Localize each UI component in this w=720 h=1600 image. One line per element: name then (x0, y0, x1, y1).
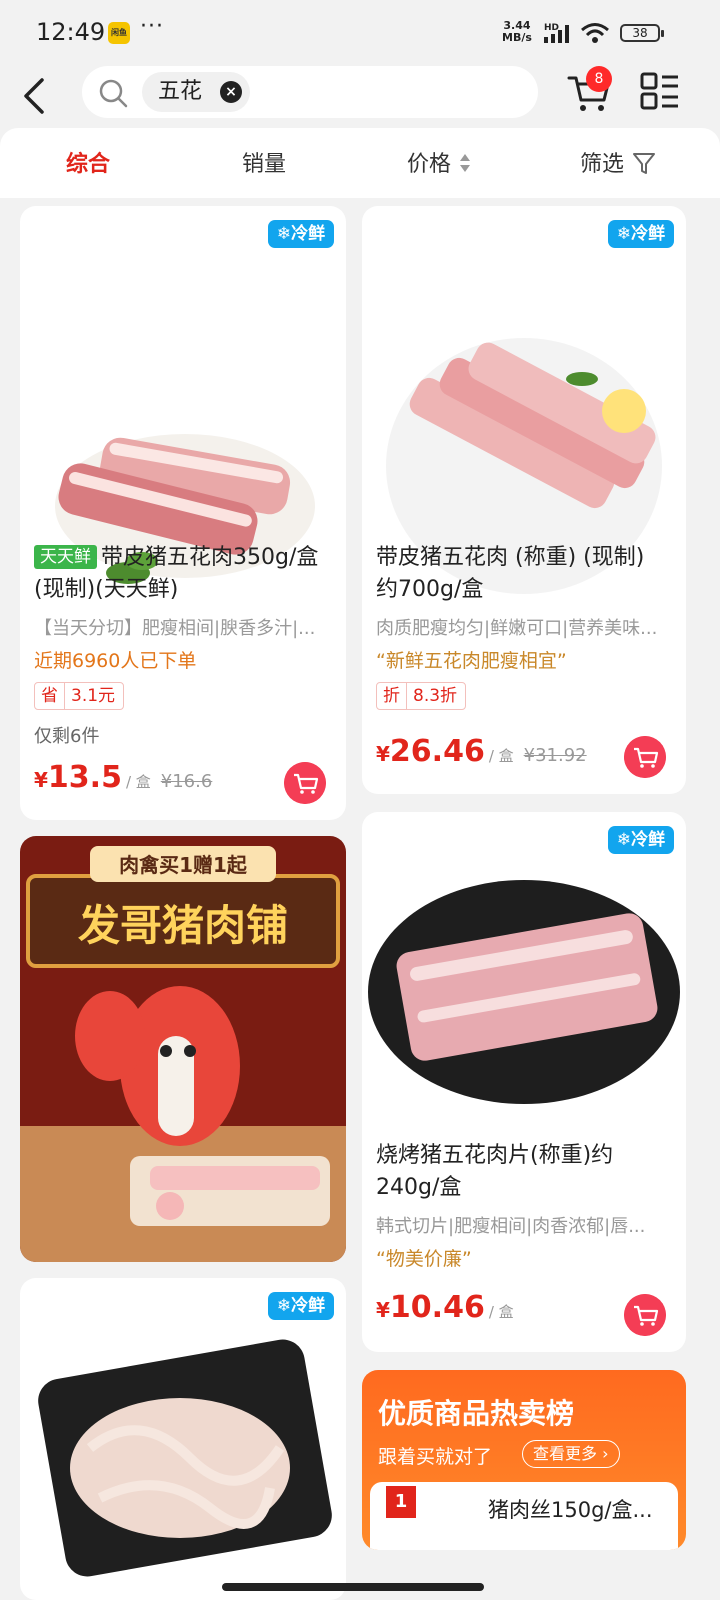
promo-tag: 折 8.3折 (376, 682, 467, 710)
product-title[interactable]: 烧烤猪五花肉片(称重)约240g/盒 (376, 1140, 672, 1204)
price: ¥13.5/ 盒 ¥16.6 (34, 760, 213, 795)
product-desc: 【当天分切】肥瘦相间|腴香多汁|... (34, 618, 316, 639)
product-card[interactable]: ❄冷鲜 天天鲜 带皮猪五花肉350g/盒(现制)(天天鲜) 【当天分切】肥瘦相间|… (20, 206, 346, 820)
wifi-icon (581, 23, 609, 43)
signal-icon: HD (544, 23, 569, 43)
original-price: ¥16.6 (160, 771, 213, 792)
product-image (368, 880, 680, 1104)
tab-filter[interactable]: 筛选 (580, 146, 657, 178)
banner-top-text: 肉禽买1赠1起 (119, 853, 248, 877)
product-image (38, 1339, 332, 1577)
product-card[interactable]: ❄冷鲜 带皮猪五花肉 (称重) (现制) 约700g/盒 肉质肥瘦均匀|鲜嫩可口… (362, 206, 686, 794)
promo-tag: 省 3.1元 (34, 682, 125, 710)
tiantianxian-tag: 天天鲜 (34, 545, 97, 569)
battery-icon: 38 (620, 24, 664, 42)
shop-promo-banner[interactable]: 肉禽买1赠1起 发哥猪肉铺 (20, 836, 346, 1262)
sort-bar: 综合 销量 价格 筛选 (0, 128, 720, 198)
more-notifications-icon: ··· (140, 14, 164, 39)
filter-icon (633, 153, 656, 174)
cold-fresh-badge: ❄冷鲜 (268, 220, 334, 248)
tab-price-label: 价格 (407, 152, 452, 177)
product-desc: 韩式切片|肥瘦相间|肉香浓郁|唇... (376, 1216, 646, 1237)
back-icon[interactable] (14, 70, 58, 122)
cart-count-badge: 8 (586, 66, 612, 92)
ranking-title: 优质商品热卖榜 (378, 1397, 575, 1430)
signal-hd-label: HD (544, 23, 559, 33)
rank-number-badge: 1 (386, 1486, 416, 1518)
ranking-item-name: 猪肉丝150g/盒... (488, 1498, 653, 1522)
net-speed: 3.44 MB/s (502, 19, 532, 44)
sort-arrows-icon (460, 154, 471, 172)
tab-filter-label: 筛选 (580, 152, 625, 177)
search-keyword: 五花 (158, 79, 203, 104)
product-slogan: “新鲜五花肉肥瘦相宜” (376, 650, 567, 672)
home-indicator[interactable] (222, 1583, 484, 1591)
category-menu-icon[interactable] (640, 72, 680, 110)
add-to-cart-icon[interactable] (624, 1294, 666, 1336)
search-header: 五花 × 8 (0, 64, 720, 128)
tab-sales[interactable]: 销量 (242, 146, 286, 178)
cold-fresh-badge: ❄冷鲜 (608, 826, 674, 854)
see-more-button[interactable]: 查看更多 › (522, 1440, 620, 1468)
product-card[interactable]: ❄冷鲜 烧烤猪五花肉片(称重)约240g/盒 韩式切片|肥瘦相间|肉香浓郁|唇.… (362, 812, 686, 1352)
tab-price[interactable]: 价格 (407, 146, 472, 178)
app-notification-icon: 闲鱼 (108, 22, 130, 44)
product-card[interactable]: ❄冷鲜 (20, 1278, 346, 1600)
cold-fresh-badge: ❄冷鲜 (268, 1292, 334, 1320)
price: ¥26.46/ 盒 ¥31.92 (376, 734, 587, 769)
banner-image: 肉禽买1赠1起 发哥猪肉铺 (20, 836, 346, 1262)
price: ¥10.46/ 盒 (376, 1290, 514, 1325)
stock-left: 仅剩6件 (34, 726, 100, 747)
product-slogan: “物美价廉” (376, 1248, 472, 1270)
search-keyword-chip[interactable]: 五花 × (142, 72, 251, 112)
product-desc: 肉质肥瘦均匀|鲜嫩可口|营养美味... (376, 618, 658, 639)
product-title[interactable]: 天天鲜 带皮猪五花肉350g/盒(现制)(天天鲜) (34, 542, 332, 606)
search-icon (99, 79, 128, 108)
status-time: 12:49 (36, 18, 106, 46)
ranking-subtitle: 跟着买就对了 (378, 1446, 493, 1468)
original-price: ¥31.92 (523, 745, 587, 766)
status-bar: 12:49 闲鱼 ··· 3.44 MB/s HD 38 (0, 0, 720, 64)
hot-ranking-card[interactable]: 优质商品热卖榜 跟着买就对了 查看更多 › 1 猪肉丝150g/盒... (362, 1370, 686, 1550)
sales-count: 近期6960人已下单 (34, 650, 197, 672)
clear-icon[interactable]: × (220, 81, 243, 103)
add-to-cart-icon[interactable] (624, 736, 666, 778)
cold-fresh-badge: ❄冷鲜 (608, 220, 674, 248)
ranking-item[interactable]: 1 猪肉丝150g/盒... (370, 1482, 678, 1550)
product-title[interactable]: 带皮猪五花肉 (称重) (现制) 约700g/盒 (376, 542, 672, 606)
banner-shop-name: 发哥猪肉铺 (78, 901, 288, 950)
add-to-cart-icon[interactable] (284, 762, 326, 804)
search-input[interactable]: 五花 × (82, 66, 538, 118)
tab-comprehensive[interactable]: 综合 (66, 146, 110, 178)
